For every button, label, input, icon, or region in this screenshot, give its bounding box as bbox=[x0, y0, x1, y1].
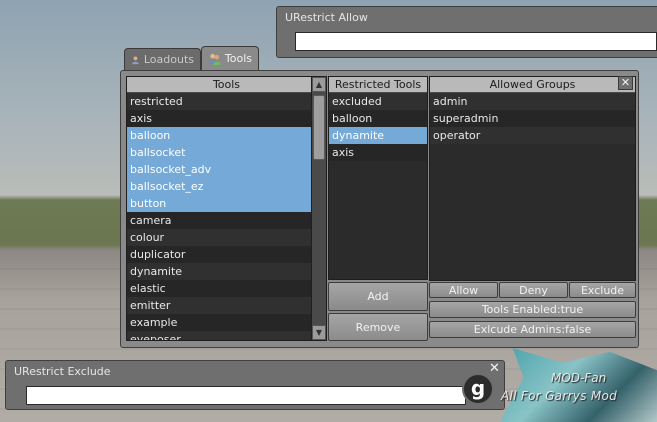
tools_list-row[interactable]: ballsocket bbox=[127, 144, 326, 161]
tools_list-row[interactable]: example bbox=[127, 314, 326, 331]
tools_list-row[interactable]: colour bbox=[127, 229, 326, 246]
restricted-tools-list[interactable]: Restricted Tools excluded balloon dynamite… bbox=[328, 76, 428, 280]
scroll-up-button[interactable]: ▲ bbox=[312, 77, 326, 92]
restricted_list-row[interactable]: dynamite bbox=[329, 127, 427, 144]
tools_list-row[interactable]: balloon bbox=[127, 127, 326, 144]
gmod-logo: g bbox=[462, 373, 494, 405]
scroll-down-button[interactable]: ▼ bbox=[312, 325, 326, 340]
user-icon bbox=[131, 56, 139, 64]
restricted-tools-header[interactable]: Restricted Tools bbox=[329, 77, 427, 93]
watermark-line2: All For Garrys Mod bbox=[501, 389, 618, 403]
tools_list-row[interactable]: restricted bbox=[127, 93, 326, 110]
tab-loadouts[interactable]: Loadouts bbox=[124, 48, 201, 70]
tools_list-row[interactable]: eyeposer bbox=[127, 331, 326, 340]
deny-button[interactable]: Deny bbox=[499, 282, 568, 298]
allowed-groups-list[interactable]: Allowed Groups admin superadmin operator bbox=[429, 76, 636, 281]
tools_list-row[interactable]: emitter bbox=[127, 297, 326, 314]
exclude-window-title: URestrict Exclude bbox=[14, 365, 111, 378]
groups-rows: admin superadmin operator bbox=[430, 93, 635, 144]
tools_list-row[interactable]: ballsocket_adv bbox=[127, 161, 326, 178]
tools-list-header[interactable]: Tools bbox=[127, 77, 326, 93]
tab-loadouts-label: Loadouts bbox=[143, 53, 194, 66]
tools-scrollbar[interactable]: ▲ ▼ bbox=[311, 77, 326, 340]
allowed-groups-header[interactable]: Allowed Groups bbox=[430, 77, 635, 93]
allow-window-title: URestrict Allow bbox=[285, 11, 368, 24]
restricted_list-row[interactable]: balloon bbox=[329, 110, 427, 127]
exclude-close-icon[interactable]: ✕ bbox=[487, 362, 502, 377]
restricted_list-row[interactable]: excluded bbox=[329, 93, 427, 110]
tools_list-row[interactable]: axis bbox=[127, 110, 326, 127]
tab-tools[interactable]: Tools bbox=[201, 46, 259, 70]
tools-rows: restricted axis balloon ballsocket ballsocke… bbox=[127, 93, 326, 340]
remove-button[interactable]: Remove bbox=[328, 313, 428, 341]
urestrict-allow-window: URestrict Allow bbox=[276, 6, 657, 58]
restricted-rows: excluded balloon dynamite axis bbox=[329, 93, 427, 161]
tools-panel: Tools restricted axis balloon ballsocket bal… bbox=[120, 70, 639, 348]
close-icon[interactable]: ✕ bbox=[618, 76, 633, 90]
tools-enabled-toggle[interactable]: Tools Enabled:true bbox=[429, 301, 636, 318]
tools_list-row[interactable]: button bbox=[127, 195, 326, 212]
tab-tools-label: Tools bbox=[224, 52, 252, 65]
tools_list-row[interactable]: dynamite bbox=[127, 263, 326, 280]
restricted_list-row[interactable]: axis bbox=[329, 144, 427, 161]
tools_list-row[interactable]: camera bbox=[127, 212, 326, 229]
exclude-input[interactable] bbox=[26, 386, 466, 405]
tools_list-row[interactable]: elastic bbox=[127, 280, 326, 297]
allow-button[interactable]: Allow bbox=[429, 282, 498, 298]
tools_list-row[interactable]: duplicator bbox=[127, 246, 326, 263]
users-icon bbox=[208, 53, 221, 65]
tools_list-row[interactable]: ballsocket_ez bbox=[127, 178, 326, 195]
allow-input[interactable] bbox=[295, 32, 657, 51]
exclude-admins-toggle[interactable]: Exlcude Admins:false bbox=[429, 321, 636, 338]
add-button[interactable]: Add bbox=[328, 282, 428, 311]
groups_list-row[interactable]: admin bbox=[430, 93, 635, 110]
urestrict-exclude-window: URestrict Exclude ✕ bbox=[5, 360, 505, 410]
groups_list-row[interactable]: superadmin bbox=[430, 110, 635, 127]
groups_list-row[interactable]: operator bbox=[430, 127, 635, 144]
tools-list[interactable]: Tools restricted axis balloon ballsocket bal… bbox=[126, 76, 327, 341]
exclude-button[interactable]: Exclude bbox=[569, 282, 636, 298]
watermark-line1: MOD-Fan bbox=[551, 371, 607, 385]
scroll-grip[interactable] bbox=[313, 95, 325, 160]
